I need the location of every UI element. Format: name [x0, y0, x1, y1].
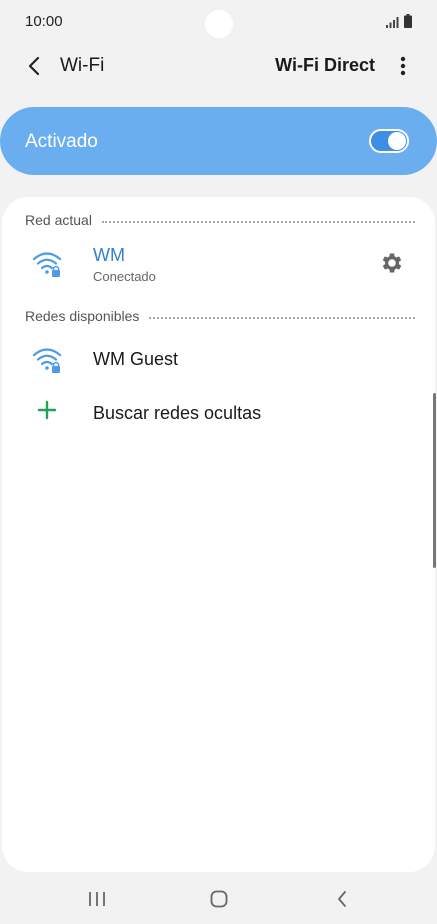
wifi-lock-icon [32, 348, 62, 373]
navigation-bar [0, 872, 437, 924]
current-network-status: Conectado [93, 269, 156, 284]
page-title: Wi-Fi [60, 55, 105, 76]
status-icons [386, 14, 412, 28]
section-header-current: Red actual [25, 210, 415, 230]
available-network-row[interactable]: WM Guest [2, 333, 435, 385]
nav-back-button[interactable] [327, 884, 357, 914]
signal-icon [386, 17, 399, 28]
chevron-left-icon [28, 56, 40, 76]
hidden-network-row[interactable]: Buscar redes ocultas [2, 387, 435, 439]
more-vert-icon [400, 56, 406, 76]
app-bar: Wi-Fi Wi-Fi Direct [0, 44, 437, 88]
status-time: 10:00 [25, 13, 63, 30]
section-header-available: Redes disponibles [25, 306, 415, 326]
home-icon [210, 890, 228, 908]
scrollbar[interactable] [433, 393, 436, 568]
section-divider [149, 316, 415, 319]
chevron-left-icon [338, 891, 346, 907]
current-network-name: WM [93, 245, 125, 265]
gear-icon[interactable] [379, 250, 405, 276]
wifi-lock-icon [32, 252, 62, 277]
back-button[interactable] [20, 52, 48, 80]
network-list-card: Red actual WM Conectado Redes disponible… [2, 197, 435, 872]
section-title-available: Redes disponibles [25, 308, 140, 324]
more-options-button[interactable] [393, 52, 413, 80]
wifi-toggle[interactable] [369, 129, 409, 153]
recent-apps-button[interactable] [82, 884, 112, 914]
wifi-master-switch[interactable]: Activado [0, 107, 437, 175]
camera-cutout [205, 10, 233, 38]
home-button[interactable] [204, 884, 234, 914]
recent-apps-icon [89, 892, 105, 906]
toggle-knob [388, 132, 406, 150]
section-divider [101, 220, 415, 223]
current-network-row[interactable]: WM Conectado [2, 237, 435, 289]
plus-icon [37, 400, 57, 420]
hidden-network-label: Buscar redes ocultas [93, 403, 262, 423]
wifi-direct-button[interactable]: Wi-Fi Direct [275, 55, 375, 76]
section-title-current: Red actual [25, 212, 92, 228]
available-network-name: WM Guest [93, 349, 179, 369]
status-bar: 10:00 [0, 0, 437, 44]
wifi-switch-label: Activado [25, 131, 98, 152]
battery-icon [404, 14, 412, 28]
